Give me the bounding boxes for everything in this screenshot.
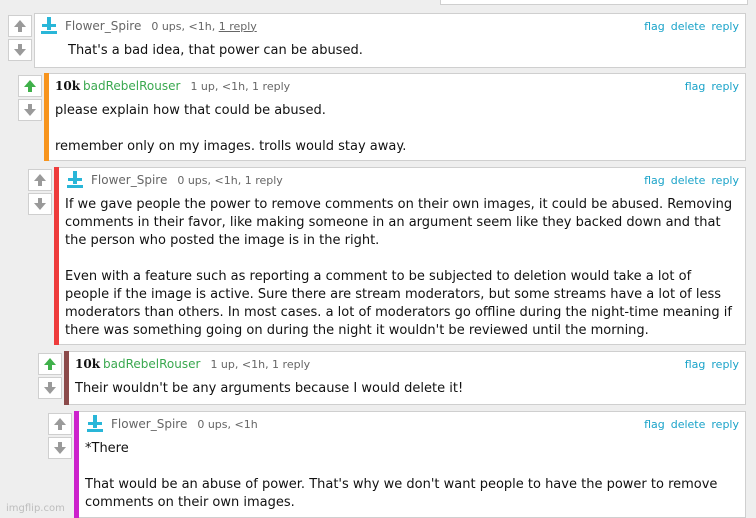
delete-link[interactable]: delete [671,418,706,431]
up-arrow-icon [14,20,26,32]
comment-actions: flag delete reply [644,418,739,431]
watermark: imgflip.com [6,503,65,514]
up-arrow-icon [34,174,46,186]
upvote-button[interactable] [38,353,62,375]
vote-column [6,13,34,68]
thread-bar [74,411,79,518]
username[interactable]: Flower_Spire [111,417,187,431]
comment-meta: 1 up, <1h, 1 reply [190,79,291,93]
points-badge: 10k [55,79,81,93]
username[interactable]: Flower_Spire [91,173,167,187]
username[interactable]: badRebelRouser [83,79,180,93]
down-arrow-icon [24,104,36,116]
thread-bar [54,167,59,345]
comment-text: If we gave people the power to remove co… [65,197,733,338]
comment-body: 10k badRebelRouser 1 up, <1h, 1 reply fl… [64,351,746,405]
replies-link[interactable]: 1 reply [219,20,257,33]
comment: Flower_Spire 0 ups, <1h flag delete repl… [46,411,746,518]
comment: Flower_Spire 0 ups, <1h, 1 reply flag de… [6,13,746,68]
comment-header: 10k badRebelRouser 1 up, <1h, 1 reply [75,354,310,374]
vote-column [46,411,74,518]
pixel-figure-icon[interactable] [65,170,85,190]
flag-link[interactable]: flag [685,80,706,93]
vote-column [36,351,64,405]
upvote-button[interactable] [48,413,72,435]
vote-column [26,167,54,345]
comment-actions: flag reply [685,80,739,93]
up-arrow-icon [44,358,56,370]
comment-header: Flower_Spire 0 ups, <1h, 1 reply [39,16,257,36]
comment-body: 10k badRebelRouser 1 up, <1h, 1 reply fl… [44,73,746,161]
downvote-button[interactable] [48,437,72,459]
comment-meta: 0 ups, <1h [197,417,258,431]
flag-link[interactable]: flag [644,20,665,33]
pixel-figure-icon[interactable] [85,414,105,434]
thread-bar [44,73,49,161]
comment-text: That's a bad idea, that power can be abu… [68,43,363,58]
username[interactable]: badRebelRouser [103,357,200,371]
up-arrow-icon [54,418,66,430]
down-arrow-icon [14,44,26,56]
upvote-button[interactable] [18,75,42,97]
delete-link[interactable]: delete [671,20,706,33]
down-arrow-icon [54,442,66,454]
upvote-button[interactable] [28,169,52,191]
flag-link[interactable]: flag [685,358,706,371]
thread-bar [64,351,69,405]
previous-comment-edge [440,0,748,5]
comment-meta: 1 up, <1h, 1 reply [210,357,311,371]
comment-body: Flower_Spire 0 ups, <1h, 1 reply flag de… [34,13,746,68]
vote-column [16,73,44,161]
reply-link[interactable]: reply [711,358,739,371]
comment-text: *There That would be an abuse of power. … [85,441,718,510]
upvote-button[interactable] [8,15,32,37]
comment-meta: 0 ups, <1h, 1 reply [177,173,283,187]
comment-text: please explain how that could be abused.… [55,103,407,154]
comment-actions: flag reply [685,358,739,371]
comment-header: 10k badRebelRouser 1 up, <1h, 1 reply [55,76,290,96]
down-arrow-icon [44,382,56,394]
down-arrow-icon [34,198,46,210]
comment-body: Flower_Spire 0 ups, <1h, 1 reply flag de… [54,167,746,345]
username[interactable]: Flower_Spire [65,19,141,33]
downvote-button[interactable] [8,39,32,61]
comment: Flower_Spire 0 ups, <1h, 1 reply flag de… [26,167,746,345]
comment: 10k badRebelRouser 1 up, <1h, 1 reply fl… [36,351,746,405]
comment-text: Their wouldn't be any arguments because … [75,381,464,396]
comment-actions: flag delete reply [644,174,739,187]
pixel-figure-icon[interactable] [39,16,59,36]
flag-link[interactable]: flag [644,418,665,431]
reply-link[interactable]: reply [711,80,739,93]
downvote-button[interactable] [18,99,42,121]
comment-actions: flag delete reply [644,20,739,33]
comment-meta: 0 ups, <1h, 1 reply [151,20,256,33]
reply-link[interactable]: reply [711,20,739,33]
up-arrow-icon [24,80,36,92]
points-badge: 10k [75,357,101,371]
flag-link[interactable]: flag [644,174,665,187]
comment-body: Flower_Spire 0 ups, <1h flag delete repl… [74,411,746,518]
reply-link[interactable]: reply [711,418,739,431]
comment-header: Flower_Spire 0 ups, <1h [85,414,258,434]
reply-link[interactable]: reply [711,174,739,187]
comment-header: Flower_Spire 0 ups, <1h, 1 reply [65,170,283,190]
delete-link[interactable]: delete [671,174,706,187]
downvote-button[interactable] [28,193,52,215]
downvote-button[interactable] [38,377,62,399]
comment: 10k badRebelRouser 1 up, <1h, 1 reply fl… [16,73,746,161]
meta-text: 0 ups, <1h, [151,19,219,33]
